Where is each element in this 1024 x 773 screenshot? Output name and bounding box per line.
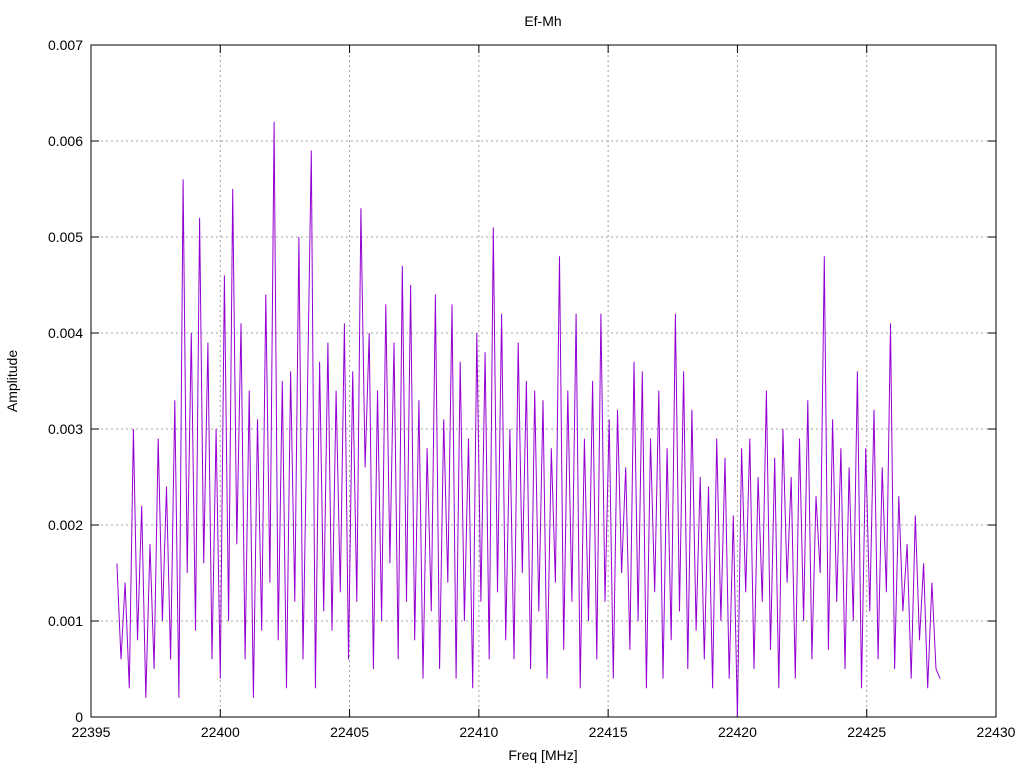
x-tick-label: 22395 bbox=[72, 724, 111, 740]
y-tick-label: 0.006 bbox=[48, 133, 83, 149]
x-tick-label: 22415 bbox=[589, 724, 628, 740]
y-tick-label: 0.002 bbox=[48, 517, 83, 533]
y-tick-label: 0 bbox=[75, 709, 83, 725]
x-tick-label: 22410 bbox=[459, 724, 498, 740]
chart-title: Ef-Mh bbox=[524, 13, 561, 29]
x-tick-label: 22420 bbox=[718, 724, 757, 740]
x-tick-label: 22425 bbox=[847, 724, 886, 740]
plot-area bbox=[117, 122, 940, 717]
y-axis-label: Amplitude bbox=[4, 350, 20, 412]
y-tick-label: 0.001 bbox=[48, 613, 83, 629]
y-tick-label: 0.004 bbox=[48, 325, 83, 341]
x-tick-label: 22400 bbox=[201, 724, 240, 740]
y-tick-label: 0.003 bbox=[48, 421, 83, 437]
ticks: 22395 22400 22405 22410 22415 22420 22425 22430… bbox=[48, 37, 1016, 740]
x-tick-label: 22405 bbox=[330, 724, 369, 740]
y-tick-label: 0.007 bbox=[48, 37, 83, 53]
y-tick-label: 0.005 bbox=[48, 229, 83, 245]
x-tick-label: 22430 bbox=[977, 724, 1016, 740]
chart: Ef-Mh Freq [MHz] Amplitude 22395 22400 224… bbox=[0, 0, 1024, 768]
x-axis-label: Freq [MHz] bbox=[508, 747, 577, 763]
series-line bbox=[117, 122, 940, 717]
